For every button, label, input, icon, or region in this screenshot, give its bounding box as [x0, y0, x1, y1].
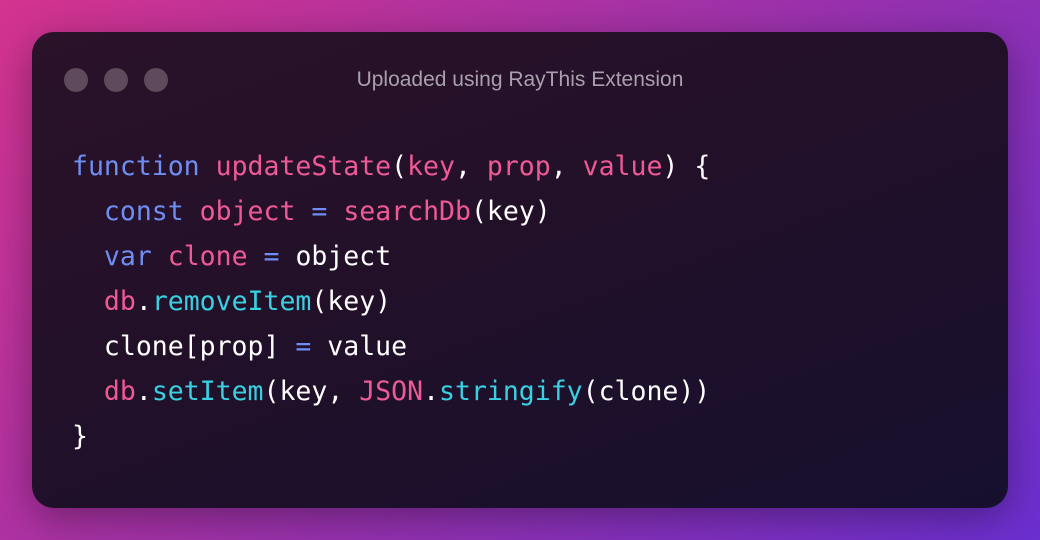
code-line: const object = searchDb(key): [72, 189, 710, 234]
code-token-plain: ,: [454, 151, 487, 182]
code-token-operator: =: [263, 241, 280, 272]
code-line: }: [72, 414, 710, 459]
window-titlebar: Uploaded using RayThis Extension: [32, 32, 1008, 128]
code-token-keyword: const: [103, 196, 184, 227]
window-title: Uploaded using RayThis Extension: [356, 68, 684, 91]
code-token-plain: (key): [470, 196, 551, 227]
code-token-keyword: function: [72, 151, 200, 182]
code-token-plain: ) {: [662, 151, 711, 182]
code-token-plain: clone[prop]: [72, 331, 296, 362]
code-token-plain: object: [279, 241, 392, 272]
code-token-function-name: updateState: [215, 151, 392, 182]
code-line: clone[prop] = value: [72, 324, 710, 369]
code-token-keyword: var: [103, 241, 152, 272]
code-token-plain: ,: [550, 151, 583, 182]
code-token-operator: =: [311, 196, 328, 227]
code-token-method: removeItem: [151, 286, 312, 317]
code-token-plain: .: [135, 376, 152, 407]
code-token-plain: .: [423, 376, 440, 407]
code-token-param: prop: [486, 151, 551, 182]
code-token-param: value: [582, 151, 663, 182]
code-line: db.setItem(key, JSON.stringify(clone)): [72, 369, 710, 414]
code-token-function-name: searchDb: [343, 196, 471, 227]
code-token-plain: .: [135, 286, 152, 317]
code-token-method: setItem: [151, 376, 264, 407]
code-block: function updateState(key, prop, value) {…: [72, 144, 710, 459]
code-token-plain: }: [72, 421, 88, 452]
code-token-param: key: [407, 151, 455, 182]
code-token-operator: =: [295, 331, 312, 362]
code-line: db.removeItem(key): [72, 279, 710, 324]
code-token-variable: db: [103, 286, 136, 317]
code-token-plain: value: [311, 331, 408, 362]
code-token-plain: (: [391, 151, 408, 182]
code-token-variable: clone: [167, 241, 248, 272]
code-token-method: stringify: [439, 376, 583, 407]
code-line: function updateState(key, prop, value) {: [72, 144, 710, 189]
code-token-variable: JSON: [359, 376, 424, 407]
code-line: var clone = object: [72, 234, 710, 279]
code-window: Uploaded using RayThis Extension functio…: [32, 32, 1008, 508]
code-token-variable: object: [199, 196, 296, 227]
code-token-plain: (key,: [263, 376, 360, 407]
code-token-plain: (clone)): [582, 376, 711, 407]
code-token-plain: (key): [311, 286, 392, 317]
code-token-variable: db: [103, 376, 136, 407]
